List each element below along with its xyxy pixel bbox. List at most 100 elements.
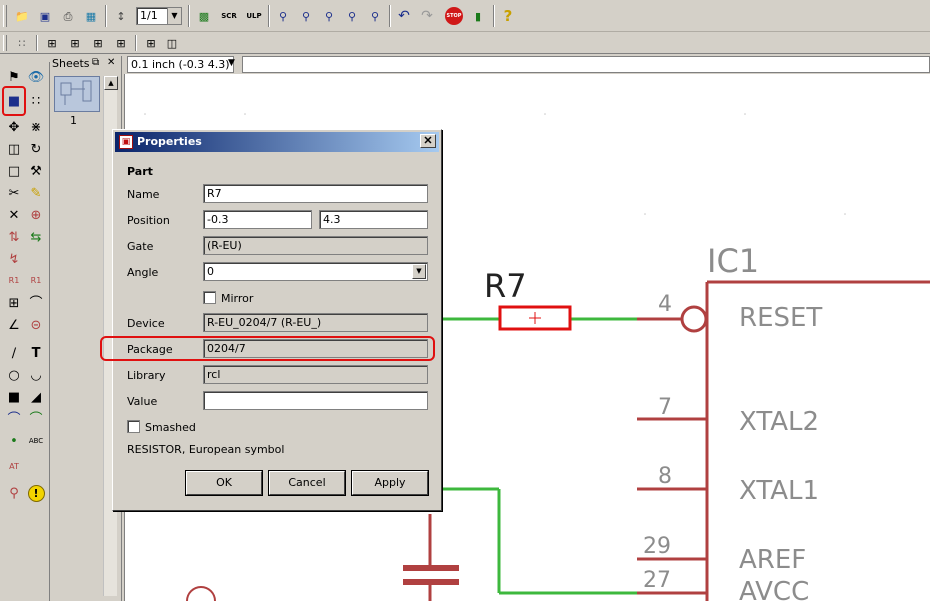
- chevron-down-icon[interactable]: ▼: [228, 58, 235, 68]
- part-description: RESISTOR, European symbol: [127, 443, 285, 456]
- help-icon[interactable]: ?: [498, 6, 518, 26]
- part-label-r7: R7: [484, 267, 527, 305]
- mirror-icon[interactable]: ◫: [3, 138, 25, 160]
- info-icon[interactable]: ⚑: [3, 66, 25, 88]
- zoom-redraw-icon[interactable]: ⚲: [342, 6, 362, 26]
- change-icon[interactable]: ⚒: [25, 160, 47, 182]
- script-label: SCR: [221, 11, 237, 20]
- miter-icon[interactable]: ⌒: [25, 292, 47, 314]
- separator: [105, 5, 107, 27]
- zoom-out-icon[interactable]: ⚲: [319, 6, 339, 26]
- toolbar-grip[interactable]: [3, 35, 7, 51]
- arc-icon[interactable]: ◡: [25, 364, 47, 386]
- pinswap-icon[interactable]: ⇅: [3, 226, 25, 248]
- print-icon[interactable]: ⎙: [58, 6, 78, 26]
- script-icon[interactable]: SCR: [219, 6, 239, 26]
- cam-icon[interactable]: ▦: [81, 6, 101, 26]
- bus-icon[interactable]: ⌒: [3, 408, 25, 430]
- layout-icon[interactable]: ⊞: [141, 33, 161, 53]
- zoom-area-icon[interactable]: ⚲: [365, 6, 385, 26]
- invoke-icon[interactable]: ⊝: [25, 314, 47, 336]
- name-field[interactable]: R7: [203, 184, 428, 203]
- cut-icon[interactable]: ✂: [3, 182, 25, 204]
- grid-icon[interactable]: ∷: [12, 33, 32, 53]
- mirror-label: Mirror: [221, 292, 254, 305]
- show-icon[interactable]: 👁: [25, 66, 47, 88]
- copy-icon[interactable]: ⋇: [25, 116, 47, 138]
- rect-icon[interactable]: ■: [3, 386, 25, 408]
- redo-icon[interactable]: ↷: [417, 6, 437, 26]
- mirror-checkbox[interactable]: [203, 291, 216, 304]
- value-field[interactable]: [203, 391, 428, 410]
- pin-number: 29: [643, 534, 671, 559]
- angle-label: Angle: [127, 266, 159, 279]
- group-icon[interactable]: □: [3, 160, 25, 182]
- wire-icon[interactable]: ∕: [3, 342, 25, 364]
- label-icon[interactable]: ABC: [25, 430, 47, 452]
- restore-icon[interactable]: ⧉: [92, 57, 99, 68]
- toolbar-grip[interactable]: [3, 5, 7, 27]
- move-icon[interactable]: ✥: [3, 116, 25, 138]
- stop-icon[interactable]: STOP: [444, 6, 464, 26]
- polygon-icon[interactable]: ◢: [25, 386, 47, 408]
- dialog-close-button[interactable]: ✕: [420, 134, 436, 148]
- smash-icon[interactable]: ⊞: [3, 292, 25, 314]
- dialog-titlebar[interactable]: ▣ Properties ✕: [115, 132, 439, 152]
- display-icon[interactable]: ■: [3, 90, 25, 112]
- separator: [389, 5, 391, 27]
- chevron-down-icon[interactable]: ▼: [412, 264, 426, 279]
- ok-button[interactable]: OK: [186, 471, 262, 495]
- open-icon[interactable]: 📁: [12, 6, 32, 26]
- position-label: Position: [127, 214, 170, 227]
- command-input[interactable]: [242, 56, 930, 73]
- erc-icon[interactable]: ⚲: [3, 482, 25, 504]
- ulp-icon[interactable]: ULP: [244, 6, 264, 26]
- layout-icon[interactable]: ◫: [162, 33, 182, 53]
- circle-icon[interactable]: ○: [3, 364, 25, 386]
- chevron-down-icon[interactable]: ▼: [167, 8, 181, 24]
- position-x-field[interactable]: -0.3: [203, 210, 312, 229]
- position-y-field[interactable]: 4.3: [319, 210, 428, 229]
- smashed-checkbox[interactable]: [127, 420, 140, 433]
- main-toolbar: 📁 ▣ ⎙ ▦ ↕ 1/1 ▼ ▩ SCR ULP ⚲ ⚲ ⚲ ⚲ ⚲ ↶ ↷ …: [0, 0, 930, 32]
- split-icon[interactable]: ∠: [3, 314, 25, 336]
- layout-icon[interactable]: ⊞: [42, 33, 62, 53]
- close-icon[interactable]: ✕: [107, 57, 115, 68]
- angle-select[interactable]: 0 ▼: [203, 262, 428, 281]
- sheet-select-value: 1/1: [140, 9, 158, 22]
- scroll-up-icon[interactable]: ▲: [104, 76, 118, 90]
- attribute-icon[interactable]: AT: [3, 456, 25, 478]
- cancel-button[interactable]: Cancel: [269, 471, 345, 495]
- add-icon[interactable]: ⊕: [25, 204, 47, 226]
- junction-icon[interactable]: •: [3, 430, 25, 452]
- name-icon[interactable]: R1: [3, 270, 25, 292]
- pin-number: 4: [658, 292, 672, 317]
- net-icon[interactable]: ⌒: [25, 408, 47, 430]
- sheet-select[interactable]: 1/1 ▼: [136, 7, 182, 25]
- errors-icon[interactable]: !: [25, 482, 47, 504]
- board-icon[interactable]: ▩: [194, 6, 214, 26]
- mark-icon[interactable]: ∷: [25, 90, 47, 112]
- library-field: rcl: [203, 365, 428, 384]
- layout-icon[interactable]: ⊞: [111, 33, 131, 53]
- text-icon[interactable]: T: [25, 342, 47, 364]
- layout-icon[interactable]: ⊞: [65, 33, 85, 53]
- sheet-thumbnail[interactable]: [54, 76, 100, 112]
- zoom-in-icon[interactable]: ⚲: [296, 6, 316, 26]
- zoom-fit-icon[interactable]: ⚲: [273, 6, 293, 26]
- replace-icon[interactable]: ↯: [3, 248, 25, 270]
- paste-icon[interactable]: ✎: [25, 182, 47, 204]
- zoom-select-icon[interactable]: ↕: [111, 6, 131, 26]
- value-icon[interactable]: R1: [25, 270, 47, 292]
- pin-number: 27: [643, 568, 671, 593]
- delete-icon[interactable]: ✕: [3, 204, 25, 226]
- library-label: Library: [127, 369, 166, 382]
- save-icon[interactable]: ▣: [35, 6, 55, 26]
- rotate-icon[interactable]: ↻: [25, 138, 47, 160]
- apply-button[interactable]: Apply: [352, 471, 428, 495]
- layout-icon[interactable]: ⊞: [88, 33, 108, 53]
- name-label: Name: [127, 188, 160, 201]
- go-icon[interactable]: ▮: [468, 6, 488, 26]
- gateswap-icon[interactable]: ⇆: [25, 226, 47, 248]
- undo-icon[interactable]: ↶: [394, 6, 414, 26]
